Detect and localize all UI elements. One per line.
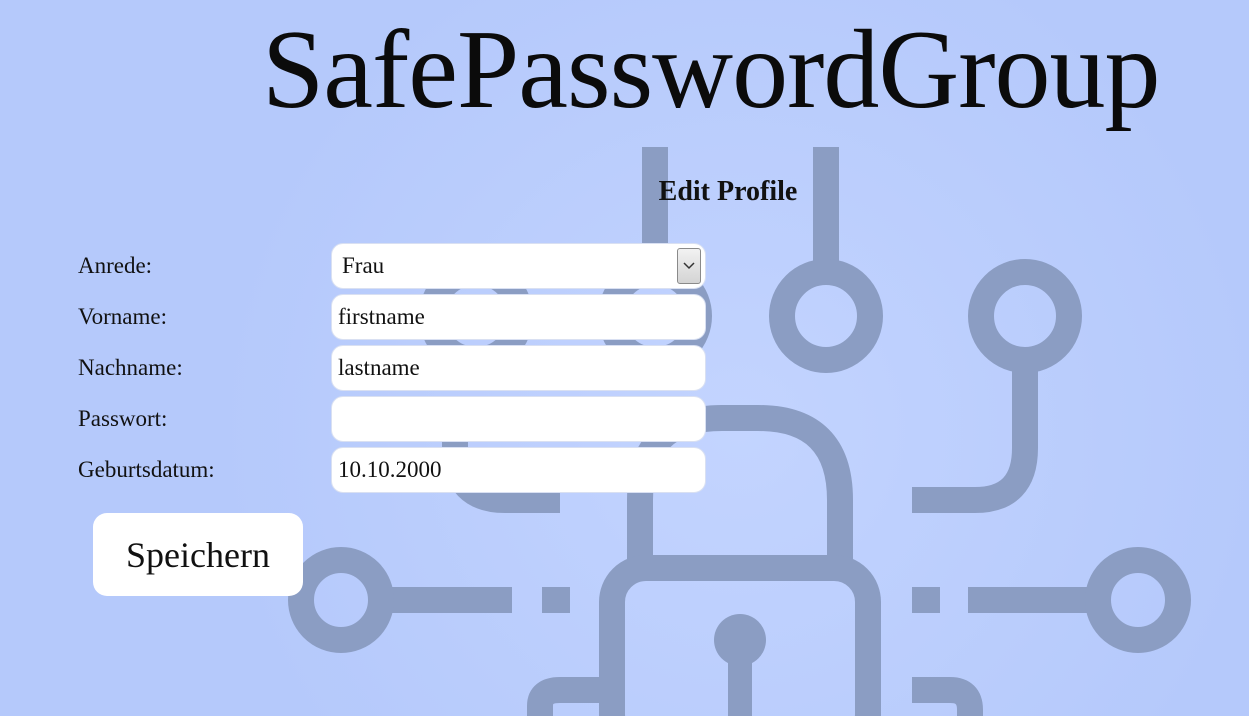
- save-button[interactable]: Speichern: [93, 513, 303, 596]
- firstname-label: Vorname:: [78, 304, 168, 329]
- chevron-down-icon[interactable]: [677, 248, 701, 284]
- site-title: SafePasswordGroup: [262, 8, 1161, 132]
- lastname-label: Nachname:: [78, 355, 183, 380]
- salutation-select[interactable]: Frau: [331, 243, 706, 289]
- firstname-input[interactable]: [331, 294, 706, 340]
- password-row: Passwort:: [78, 396, 708, 442]
- salutation-row: Anrede: Frau: [78, 243, 708, 289]
- salutation-label: Anrede:: [78, 253, 153, 278]
- birthdate-input[interactable]: [331, 447, 706, 493]
- page-heading: Edit Profile: [658, 176, 798, 207]
- password-input[interactable]: [331, 396, 706, 442]
- lastname-row: Nachname:: [78, 345, 708, 391]
- password-label: Passwort:: [78, 406, 168, 431]
- birthdate-row: Geburtsdatum:: [78, 447, 708, 493]
- birthdate-label: Geburtsdatum:: [78, 457, 215, 482]
- firstname-row: Vorname:: [78, 294, 708, 340]
- lastname-input[interactable]: [331, 345, 706, 391]
- salutation-value: Frau: [342, 253, 385, 278]
